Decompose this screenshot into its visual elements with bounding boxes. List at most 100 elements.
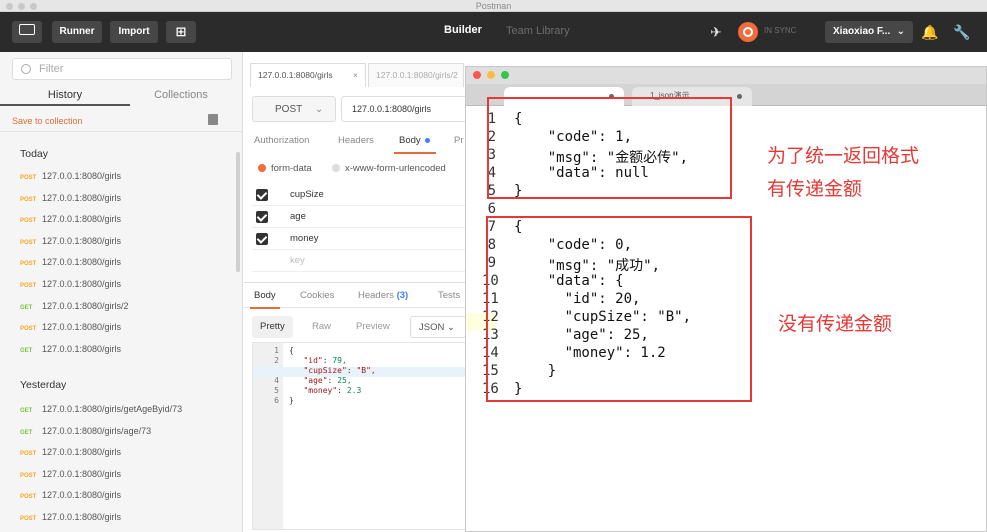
history-item[interactable]: POST 127.0.0.1:8080/girls [20,274,121,294]
history-item[interactable]: POST 127.0.0.1:8080/girls [20,166,121,186]
history-item[interactable]: POST 127.0.0.1:8080/girls [20,507,121,527]
history-item[interactable]: GET 127.0.0.1:8080/girls/age/73 [20,421,151,441]
filter-input[interactable]: Filter [12,58,232,80]
tab-builder[interactable]: Builder [444,24,482,36]
minimize-window-button[interactable] [487,71,495,79]
history-item-url: 127.0.0.1:8080/girls [42,490,122,501]
tab-history[interactable]: History [0,84,130,106]
wrench-icon[interactable]: 🔧 [952,21,972,43]
tab-collections[interactable]: Collections [120,84,242,106]
param-checkbox[interactable] [256,233,268,245]
code-line: "age": 25, [303,376,352,385]
history-item[interactable]: POST 127.0.0.1:8080/girls [20,188,121,208]
param-checkbox[interactable] [256,211,268,223]
history-item[interactable]: GET 127.0.0.1:8080/girls [20,339,121,359]
subtab-headers[interactable]: Headers [338,135,374,146]
view-preview-button[interactable]: Preview [348,316,398,338]
close-window-button[interactable] [473,71,481,79]
radio-urlencoded[interactable]: x-www-form-urlencoded [332,163,446,174]
view-mode-bar: Pretty Raw Preview JSON ⌄ [252,316,472,338]
subtab-pre-request[interactable]: Pr [454,135,464,146]
response-tab-headers[interactable]: Headers (3) [358,290,408,301]
user-menu-button[interactable]: Xiaoxiao F... ⌄ [825,21,913,43]
annotation-note-1-line-1: 为了统一返回格式 [767,145,920,167]
code-token: { [289,346,294,355]
history-item-url: 127.0.0.1:8080/girls [42,279,122,289]
close-icon[interactable]: × [353,64,358,86]
param-key-placeholder[interactable]: key [290,255,305,266]
chevron-down-icon: ⌄ [446,322,455,333]
annotation-note-2: 没有传递金额 [778,313,893,335]
response-tab-cookies[interactable]: Cookies [300,290,334,301]
annotation-box-error [487,97,732,199]
runner-button[interactable]: Runner [52,21,102,43]
top-toolbar: Runner Import ⊞ Builder Team Library ✈ I… [0,12,987,52]
view-raw-button[interactable]: Raw [304,316,339,338]
bell-icon[interactable]: 🔔 [920,21,940,43]
response-tab-tests[interactable]: Tests [438,290,460,301]
http-method-badge: POST [20,494,37,501]
request-tab-1[interactable]: 127.0.0.1:8080/girls × [250,63,366,87]
history-item[interactable]: POST 127.0.0.1:8080/girls [20,209,121,229]
sidebar: Filter History Collections Save to colle… [0,52,243,532]
history-item[interactable]: POST 127.0.0.1:8080/girls [20,485,121,505]
http-method-badge: GET [20,408,33,414]
new-window-icon: ⊞ [175,24,187,39]
subtab-underline [394,152,436,154]
json-value: 2.3 [346,386,362,395]
response-tab-headers-label: Headers [358,290,394,301]
http-method-badge: POST [20,261,37,268]
save-to-collection-link[interactable]: Save to collection [12,116,83,126]
sync-status-icon[interactable] [738,22,758,42]
param-checkbox[interactable] [256,189,268,201]
chevron-down-icon: ⌄ [314,104,324,115]
trash-icon[interactable] [208,114,218,125]
sidebar-scrollbar[interactable] [236,152,240,272]
code-token: } [289,396,294,405]
sidebar-toggle-button[interactable] [12,21,42,43]
method-select[interactable]: POST ⌄ [252,96,336,122]
subtab-body[interactable]: Body [399,135,421,146]
param-key[interactable]: age [290,211,306,222]
history-item[interactable]: GET 127.0.0.1:8080/girls/getAgeByid/73 [20,399,182,419]
param-row: cupSize [252,184,472,206]
url-input[interactable]: 127.0.0.1:8080/girls [341,96,471,122]
new-tab-button[interactable]: ⊞ [166,21,196,43]
history-item[interactable]: POST 127.0.0.1:8080/girls [20,464,121,484]
history-item[interactable]: POST 127.0.0.1:8080/girls [20,442,121,462]
code-line: } [289,396,294,405]
history-item-url: 127.0.0.1:8080/girls [42,343,122,354]
history-item[interactable]: POST 127.0.0.1:8080/girls [20,252,121,272]
subtab-authorization[interactable]: Authorization [254,135,309,146]
history-item[interactable]: POST 127.0.0.1:8080/girls [20,317,121,337]
history-item[interactable]: GET 127.0.0.1:8080/girls/2 [20,296,129,316]
response-tab-underline [250,307,280,309]
radio-form-data[interactable]: form-data [258,163,312,174]
search-icon [21,64,31,74]
response-editor[interactable]: 123456 { "id": 79, "cupSize": "B", "age"… [252,342,474,530]
param-key[interactable]: money [290,233,319,244]
format-value: JSON [419,322,445,333]
line-number: 6 [274,396,279,405]
request-tab-2-label: 127.0.0.1:8080/girls/2 [376,70,458,80]
satellite-icon[interactable]: ✈ [706,21,726,43]
tab-team-library[interactable]: Team Library [506,25,570,37]
user-name: Xiaoxiao F... [833,26,891,37]
param-row: age [252,206,472,228]
json-key: "money" [303,386,338,395]
line-number: 6 [487,201,496,217]
body-active-dot [425,138,430,143]
json-window-titlebar [466,67,986,84]
param-key[interactable]: cupSize [290,189,324,200]
zoom-window-button[interactable] [501,71,509,79]
response-tab-body[interactable]: Body [254,290,276,301]
history-item[interactable]: POST 127.0.0.1:8080/girls [20,231,121,251]
request-tab-2[interactable]: 127.0.0.1:8080/girls/2 [368,63,464,87]
view-pretty-button[interactable]: Pretty [252,316,293,338]
format-select[interactable]: JSON ⌄ [410,316,466,338]
http-method-badge: GET [20,429,33,436]
http-method-badge: GET [20,304,33,311]
history-item-url: 127.0.0.1:8080/girls [42,192,122,203]
line-number: 5 [274,386,279,395]
import-button[interactable]: Import [110,21,158,43]
